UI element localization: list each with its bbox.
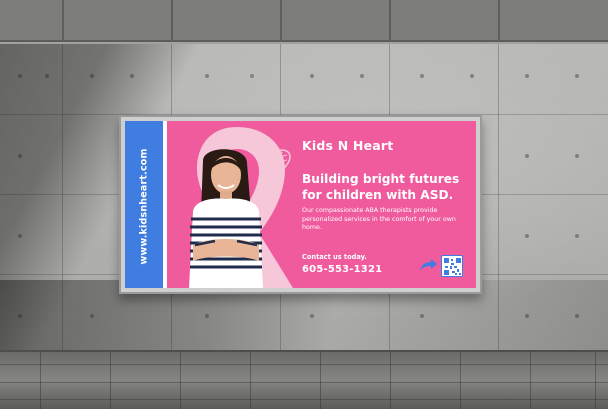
contact-label: Contact us today. [302, 253, 367, 261]
body-copy: Our compassionate ABA therapists provide… [302, 207, 456, 231]
brand-logo: Kids N Heart [302, 135, 393, 155]
phone-number: 605-553-1321 [302, 264, 383, 275]
billboard-scene: www.kidsnheart.com Kids N Heart Building… [0, 0, 608, 409]
heart-icon [257, 149, 291, 179]
tiled-floor [0, 350, 608, 409]
headline-line-2: for children with ASD. [302, 188, 454, 202]
headline-line-1: Building bright futures [302, 172, 460, 186]
website-text: www.kidsnheart.com [138, 147, 150, 265]
brand-name: Kids N Heart [302, 137, 394, 153]
billboard-poster: www.kidsnheart.com Kids N Heart Building… [125, 121, 476, 288]
curved-arrow-icon [420, 259, 437, 270]
upper-concrete-band [0, 0, 608, 42]
headline: Building bright futures for children wit… [302, 171, 472, 203]
billboard-frame: www.kidsnheart.com Kids N Heart Building… [119, 115, 482, 294]
qr-code-icon [441, 255, 463, 277]
